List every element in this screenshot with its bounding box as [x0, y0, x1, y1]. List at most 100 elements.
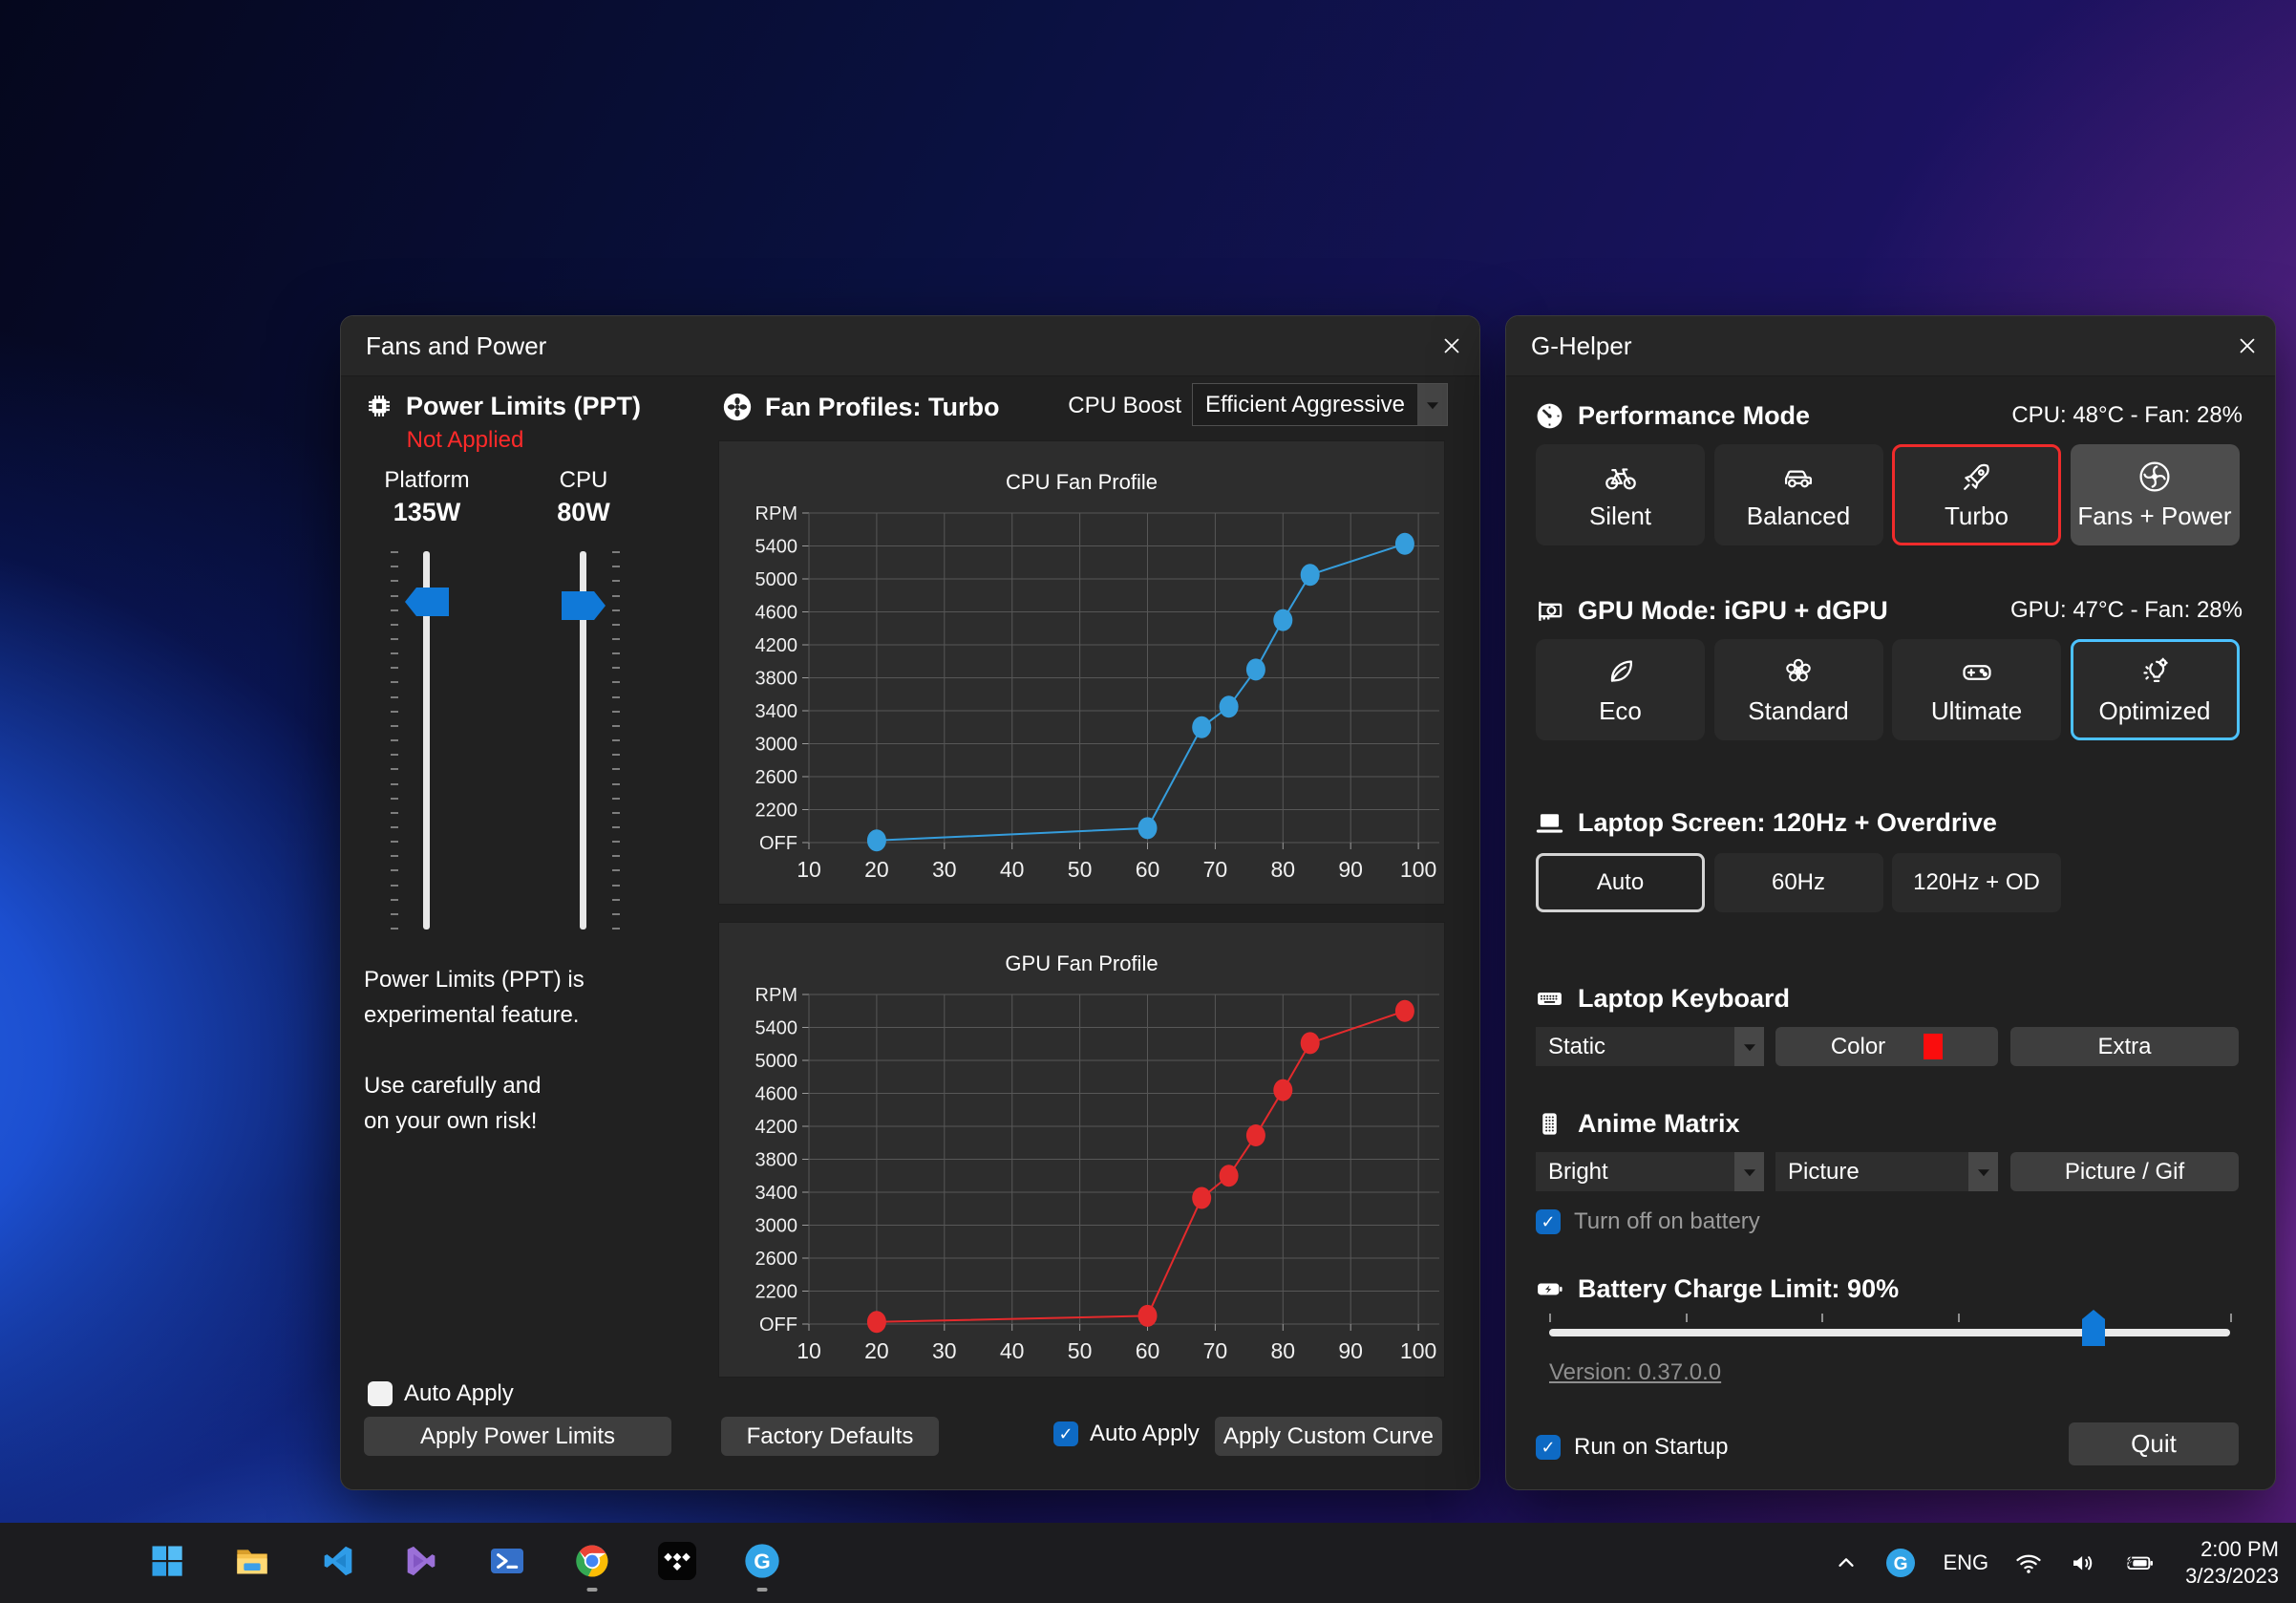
chevron-down-icon[interactable]: [1734, 1027, 1764, 1066]
slider-tick: [612, 768, 620, 770]
performance-mode-balanced-button[interactable]: Balanced: [1714, 444, 1883, 545]
screen-mode-60hz-button[interactable]: 60Hz: [1714, 853, 1883, 912]
keyboard-mode-dropdown[interactable]: Static: [1536, 1027, 1764, 1066]
cpu-fan-profile-panel: RPM540050004600420038003400300026002200O…: [718, 440, 1445, 905]
svg-text:10: 10: [797, 1338, 821, 1363]
running-indicator: [587, 1588, 598, 1592]
laptop-icon: [1535, 808, 1564, 838]
curve-auto-apply[interactable]: Auto Apply: [1053, 1421, 1200, 1447]
slider-tick: [612, 595, 620, 597]
platform-slider-label: Platform: [341, 467, 513, 494]
quit-button[interactable]: Quit: [2069, 1422, 2239, 1465]
volume-icon[interactable]: [2069, 1549, 2097, 1577]
slider-tick: [1686, 1314, 1688, 1322]
wifi-icon[interactable]: [2014, 1549, 2043, 1577]
performance-mode-fans-power-button[interactable]: Fans + Power: [2071, 444, 2240, 545]
cpu-power-slider[interactable]: [542, 551, 626, 930]
taskbar-powershell-button[interactable]: [480, 1531, 534, 1594]
svg-text:CPU Fan Profile: CPU Fan Profile: [1006, 470, 1158, 494]
svg-text:50: 50: [1068, 857, 1093, 882]
apply-custom-curve-button[interactable]: Apply Custom Curve: [1215, 1417, 1442, 1456]
fan-profiles-title: Fan Profiles: Turbo: [765, 393, 1000, 422]
ghelper-titlebar[interactable]: G-Helper: [1506, 316, 2275, 376]
svg-text:4600: 4600: [755, 1084, 798, 1105]
close-icon[interactable]: [1424, 316, 1479, 375]
auto-apply-checkbox[interactable]: [368, 1381, 393, 1406]
slider-tick: [612, 913, 620, 915]
version-link[interactable]: Version: 0.37.0.0: [1549, 1359, 1721, 1386]
gpu-mode-standard-button[interactable]: Standard: [1714, 639, 1883, 740]
platform-power-slider[interactable]: [385, 551, 469, 930]
battery-limit-title: Battery Charge Limit: 90%: [1578, 1274, 1899, 1304]
gpu-mode-ultimate-button[interactable]: Ultimate: [1892, 639, 2061, 740]
gpu-mode-optimized-button[interactable]: Optimized: [2071, 639, 2240, 740]
slider-tick: [612, 739, 620, 741]
battery-charge-limit-slider[interactable]: [1549, 1308, 2230, 1350]
power-limits-header: Power Limits (PPT): [364, 391, 641, 421]
performance-mode-turbo-button[interactable]: Turbo: [1892, 444, 2061, 545]
battery-limit-slider-handle[interactable]: [2082, 1310, 2105, 1346]
chevron-down-icon[interactable]: [1968, 1152, 1998, 1191]
keyboard-color-button[interactable]: Color: [1775, 1027, 1998, 1066]
taskbar-start-button[interactable]: [140, 1531, 194, 1594]
run-on-startup-checkbox[interactable]: [1536, 1435, 1561, 1460]
slider-tick: [391, 841, 398, 843]
keyboard-extra-button[interactable]: Extra: [2010, 1027, 2239, 1066]
button-label: Optimized: [2098, 696, 2210, 726]
taskbar: G G ENG 2:00 PM 3/23/2023: [0, 1523, 2296, 1603]
cpu-boost-dropdown[interactable]: Efficient Aggressive: [1192, 383, 1448, 426]
flower-icon: [1781, 654, 1816, 689]
clock[interactable]: 2:00 PM 3/23/2023: [2185, 1536, 2279, 1590]
curve-auto-apply-checkbox[interactable]: [1053, 1421, 1078, 1446]
slider-tick: [391, 638, 398, 640]
slider-tick: [612, 783, 620, 785]
tidal-icon: [658, 1542, 696, 1585]
gpu-fan-profile-chart[interactable]: RPM540050004600420038003400300026002200O…: [719, 923, 1444, 1377]
svg-text:RPM: RPM: [755, 985, 797, 1006]
gpu-card-icon: [1535, 596, 1564, 626]
performance-mode-silent-button[interactable]: Silent: [1536, 444, 1705, 545]
cpu-slider-handle[interactable]: [562, 591, 606, 620]
platform-slider-value: 135W: [341, 498, 513, 527]
gauge-icon: [1535, 401, 1564, 431]
gpu-mode-eco-button[interactable]: Eco: [1536, 639, 1705, 740]
chrome-icon: [573, 1542, 611, 1585]
taskbar-tidal-button[interactable]: [650, 1531, 704, 1594]
anime-brightness-dropdown[interactable]: Bright: [1536, 1152, 1764, 1191]
factory-defaults-button[interactable]: Factory Defaults: [721, 1417, 939, 1456]
anime-battery-toggle[interactable]: Turn off on battery: [1536, 1208, 1760, 1235]
anime-mode-dropdown[interactable]: Picture: [1775, 1152, 1998, 1191]
close-icon[interactable]: [2220, 316, 2275, 375]
screen-mode-120hz-od-button[interactable]: 120Hz + OD: [1892, 853, 2061, 912]
slider-tick: [391, 681, 398, 683]
apply-power-limits-button[interactable]: Apply Power Limits: [364, 1417, 671, 1456]
fans-window-titlebar[interactable]: Fans and Power: [341, 316, 1479, 376]
tray-ghelper-icon[interactable]: G: [1884, 1547, 1917, 1579]
power-limits-auto-apply[interactable]: Auto Apply: [368, 1380, 514, 1407]
tray-chevron-up-icon[interactable]: [1834, 1550, 1859, 1575]
cpu-fan-profile-chart[interactable]: RPM540050004600420038003400300026002200O…: [719, 441, 1444, 904]
platform-slider-handle[interactable]: [405, 588, 449, 616]
svg-text:3800: 3800: [755, 1150, 798, 1171]
taskbar-file-explorer-button[interactable]: [225, 1531, 279, 1594]
svg-text:2200: 2200: [755, 1282, 798, 1303]
anime-picture-gif-button[interactable]: Picture / Gif: [2010, 1152, 2239, 1191]
svg-text:5400: 5400: [755, 1018, 798, 1039]
turn-off-on-battery-checkbox[interactable]: [1536, 1209, 1561, 1234]
run-on-startup-toggle[interactable]: Run on Startup: [1536, 1434, 1728, 1461]
svg-text:30: 30: [932, 857, 957, 882]
chevron-down-icon[interactable]: [1734, 1152, 1764, 1191]
battery-slider-track[interactable]: [1549, 1329, 2230, 1336]
taskbar-vscode-button[interactable]: [310, 1531, 364, 1594]
chevron-down-icon[interactable]: [1417, 384, 1447, 425]
taskbar-chrome-button[interactable]: [565, 1531, 619, 1594]
keyboard-icon: [1535, 984, 1564, 1014]
language-indicator[interactable]: ENG: [1943, 1550, 1988, 1575]
taskbar-visual-studio-button[interactable]: [395, 1531, 449, 1594]
screen-mode-auto-button[interactable]: Auto: [1536, 853, 1705, 912]
power-limits-status: Not Applied: [341, 427, 589, 454]
taskbar-g-helper-button[interactable]: G: [735, 1531, 789, 1594]
fan-profiles-header: Fan Profiles: Turbo: [721, 391, 1000, 423]
battery-tray-icon[interactable]: [2123, 1549, 2156, 1577]
slider-tick: [612, 580, 620, 582]
